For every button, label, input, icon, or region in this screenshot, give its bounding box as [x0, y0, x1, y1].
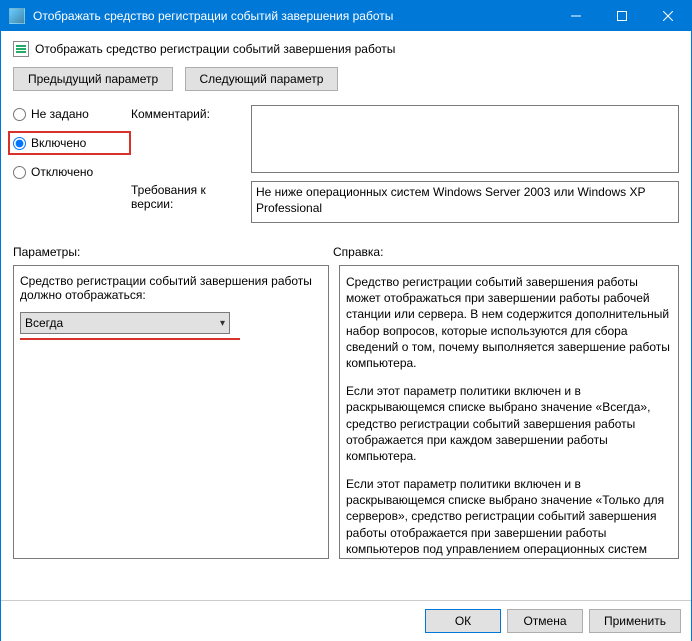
radio-enabled-input[interactable] — [13, 137, 26, 150]
cancel-button[interactable]: Отмена — [507, 609, 583, 633]
comment-label: Комментарий: — [131, 105, 251, 121]
close-button[interactable] — [645, 1, 691, 31]
radio-disabled-input[interactable] — [13, 166, 26, 179]
highlight-underline — [20, 338, 240, 340]
help-p3: Если этот параметр политики включен и в … — [346, 476, 672, 559]
nav-buttons: Предыдущий параметр Следующий параметр — [13, 67, 679, 91]
radio-not-configured-label: Не задано — [31, 107, 89, 121]
titlebar: Отображать средство регистрации событий … — [1, 1, 691, 31]
apply-button[interactable]: Применить — [589, 609, 681, 633]
requirements-value: Не ниже операционных систем Windows Serv… — [251, 181, 679, 223]
radio-enabled[interactable]: Включено — [8, 131, 131, 155]
dialog-footer: ОК Отмена Применить — [1, 600, 691, 641]
app-icon — [9, 8, 25, 24]
minimize-icon — [571, 11, 581, 21]
radio-enabled-label: Включено — [31, 136, 86, 150]
help-pane[interactable]: Средство регистрации событий завершения … — [339, 265, 679, 559]
policy-header: Отображать средство регистрации событий … — [13, 41, 679, 57]
prev-setting-button[interactable]: Предыдущий параметр — [13, 67, 173, 91]
display-mode-combo[interactable]: Всегда ▾ — [20, 312, 230, 334]
policy-title: Отображать средство регистрации событий … — [35, 42, 395, 56]
radio-disabled[interactable]: Отключено — [13, 165, 131, 179]
help-p1: Средство регистрации событий завершения … — [346, 274, 672, 371]
combo-value: Всегда — [25, 316, 220, 330]
chevron-down-icon: ▾ — [220, 318, 225, 329]
radio-disabled-label: Отключено — [31, 165, 93, 179]
requirements-label: Требования к версии: — [131, 181, 251, 211]
window-title: Отображать средство регистрации событий … — [33, 9, 553, 23]
params-desc: Средство регистрации событий завершения … — [20, 274, 322, 302]
next-setting-button[interactable]: Следующий параметр — [185, 67, 339, 91]
state-radios: Не задано Включено Отключено — [13, 105, 131, 193]
help-section-label: Справка: — [333, 245, 383, 259]
minimize-button[interactable] — [553, 1, 599, 31]
params-pane: Средство регистрации событий завершения … — [13, 265, 329, 559]
ok-button[interactable]: ОК — [425, 609, 501, 633]
radio-not-configured[interactable]: Не задано — [13, 107, 131, 121]
help-p2: Если этот параметр политики включен и в … — [346, 383, 672, 464]
params-section-label: Параметры: — [13, 245, 333, 259]
close-icon — [663, 11, 673, 21]
maximize-button[interactable] — [599, 1, 645, 31]
radio-not-configured-input[interactable] — [13, 108, 26, 121]
policy-icon — [13, 41, 29, 57]
comment-input[interactable] — [251, 105, 679, 173]
maximize-icon — [617, 11, 627, 21]
